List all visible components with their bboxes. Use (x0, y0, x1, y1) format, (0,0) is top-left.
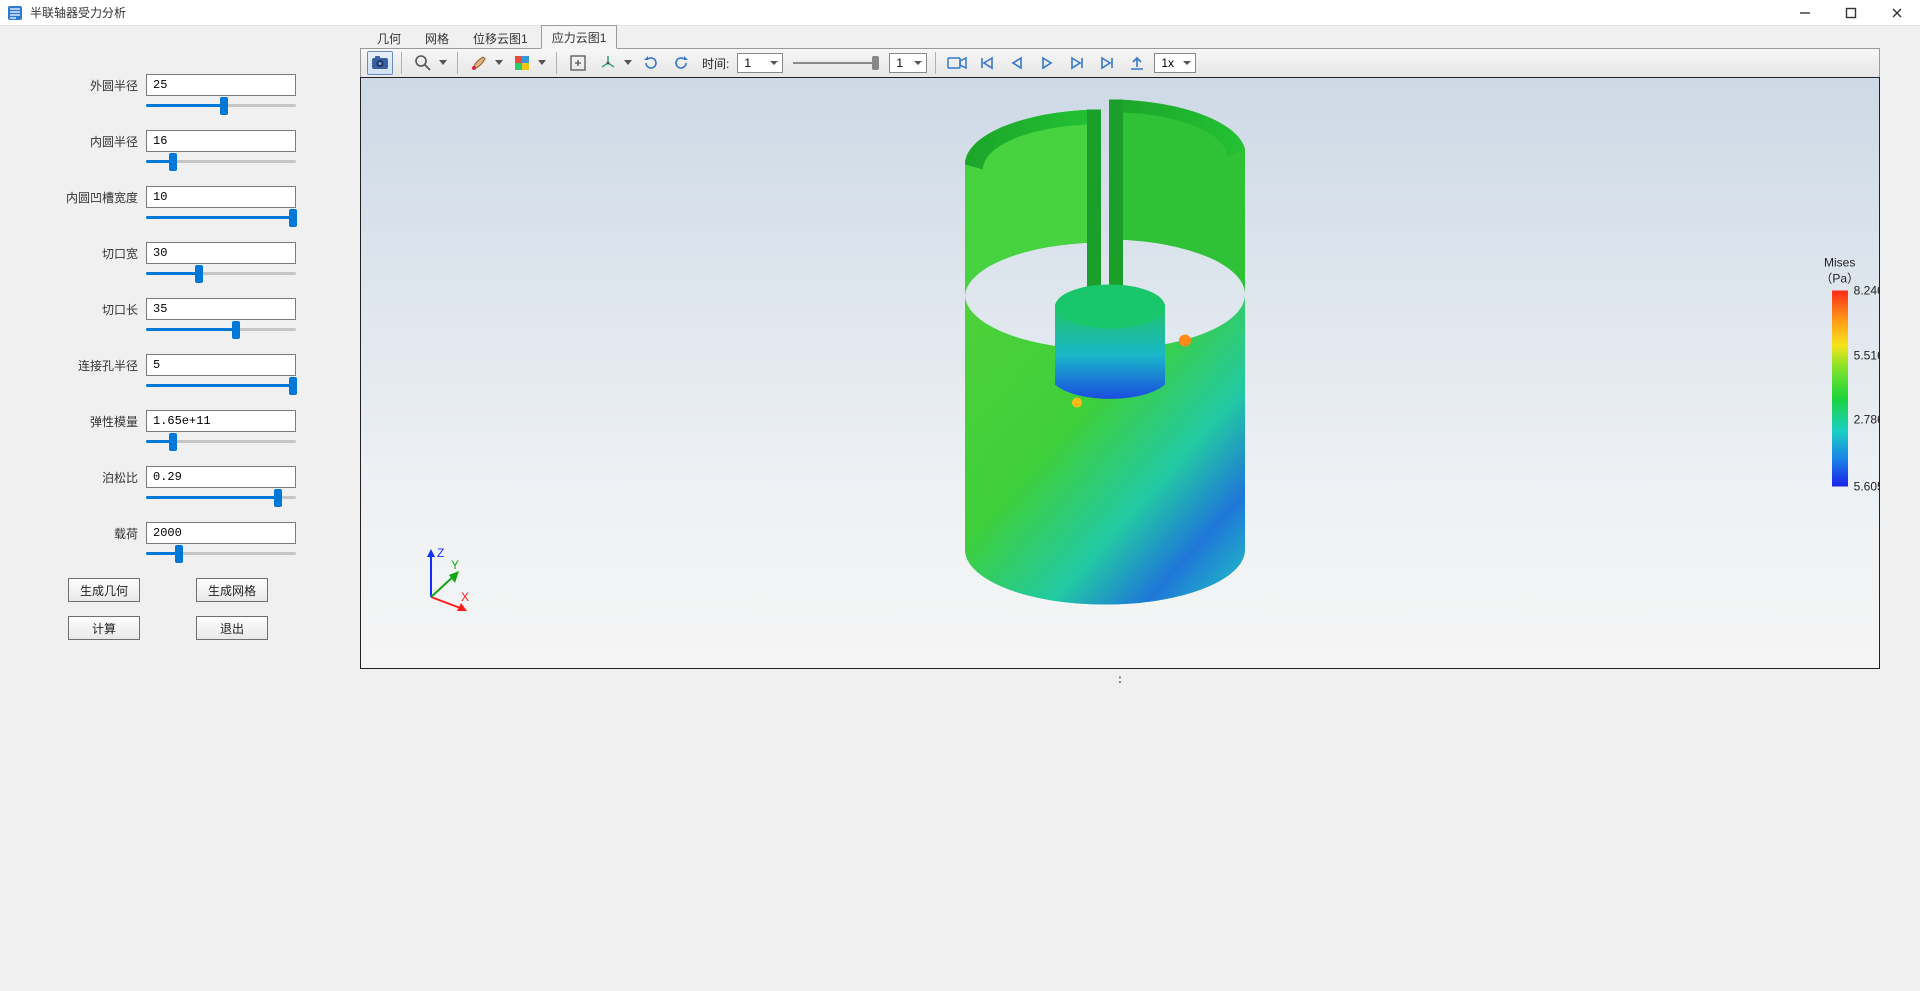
param-input-3[interactable] (146, 242, 296, 264)
camera-icon[interactable] (367, 51, 393, 75)
tab-3[interactable]: 应力云图1 (541, 25, 618, 49)
time-slider[interactable] (793, 54, 879, 72)
param-slider-1[interactable] (146, 154, 296, 168)
brush-icon[interactable] (466, 51, 492, 75)
status-bar: : (360, 669, 1880, 691)
time-select[interactable]: 1 (737, 53, 783, 73)
param-input-0[interactable] (146, 74, 296, 96)
exit-button[interactable]: 退出 (196, 616, 268, 640)
param-label: 外圆半径 (60, 77, 138, 94)
window-title: 半联轴器受力分析 (30, 4, 126, 21)
param-slider-4[interactable] (146, 322, 296, 336)
param-label: 内圆半径 (60, 133, 138, 150)
legend-tick: 5.605e+04 (1854, 480, 1880, 494)
legend-tick: 8.246e+06 (1854, 284, 1880, 298)
frame-select[interactable]: 1 (889, 53, 927, 73)
zoom-icon[interactable] (410, 51, 436, 75)
tab-bar: 几何网格位移云图1应力云图1 (360, 26, 1880, 48)
param-slider-8[interactable] (146, 546, 296, 560)
rotate-ccw-icon[interactable] (638, 51, 664, 75)
axis-triad: Z X Y (411, 545, 481, 618)
tab-1[interactable]: 网格 (414, 26, 460, 49)
param-input-6[interactable] (146, 410, 296, 432)
viewport-toolbar: 时间: 1 1 1x (360, 48, 1880, 78)
param-slider-5[interactable] (146, 378, 296, 392)
prev-frame-icon[interactable] (1004, 51, 1030, 75)
fea-model (905, 95, 1335, 628)
legend-tick: 5.516e+06 (1854, 348, 1880, 362)
param-input-1[interactable] (146, 130, 296, 152)
last-frame-icon[interactable] (1094, 51, 1120, 75)
generate-mesh-button[interactable]: 生成网格 (196, 578, 268, 602)
brush-dropdown-icon[interactable] (494, 60, 503, 66)
param-label: 内圆凹槽宽度 (60, 189, 138, 206)
color-legend: Mises （Pa） 8.246e+065.516e+062.786e+065.… (1820, 256, 1859, 491)
first-frame-icon[interactable] (974, 51, 1000, 75)
fit-view-icon[interactable] (565, 51, 591, 75)
param-label: 连接孔半径 (60, 357, 138, 374)
svg-text:X: X (461, 590, 469, 604)
tab-0[interactable]: 几何 (366, 26, 412, 49)
tab-2[interactable]: 位移云图1 (462, 26, 539, 49)
param-label: 切口长 (60, 301, 138, 318)
param-label: 弹性模量 (60, 413, 138, 430)
speed-select[interactable]: 1x (1154, 53, 1196, 73)
param-slider-6[interactable] (146, 434, 296, 448)
app-icon (6, 4, 24, 22)
axis-toggle-icon[interactable] (595, 51, 621, 75)
maximize-button[interactable] (1828, 0, 1874, 26)
color-cube-icon[interactable] (509, 51, 535, 75)
title-bar: 半联轴器受力分析 (0, 0, 1920, 26)
next-frame-icon[interactable] (1064, 51, 1090, 75)
minimize-button[interactable] (1782, 0, 1828, 26)
close-button[interactable] (1874, 0, 1920, 26)
param-label: 泊松比 (60, 469, 138, 486)
svg-text:Z: Z (437, 546, 444, 560)
param-input-8[interactable] (146, 522, 296, 544)
color-dropdown-icon[interactable] (537, 60, 546, 66)
record-icon[interactable] (944, 51, 970, 75)
generate-geometry-button[interactable]: 生成几何 (68, 578, 140, 602)
param-slider-0[interactable] (146, 98, 296, 112)
parameter-panel: 外圆半径 内圆半径 内圆凹槽宽度 切口宽 (0, 26, 360, 846)
param-slider-2[interactable] (146, 210, 296, 224)
zoom-dropdown-icon[interactable] (438, 60, 447, 66)
axis-dropdown-icon[interactable] (623, 60, 632, 66)
param-input-7[interactable] (146, 466, 296, 488)
export-icon[interactable] (1124, 51, 1150, 75)
play-icon[interactable] (1034, 51, 1060, 75)
legend-title: Mises (1820, 256, 1859, 270)
param-label: 载荷 (60, 525, 138, 542)
svg-text:Y: Y (451, 558, 459, 572)
param-slider-7[interactable] (146, 490, 296, 504)
param-input-5[interactable] (146, 354, 296, 376)
param-input-2[interactable] (146, 186, 296, 208)
legend-tick: 2.786e+06 (1854, 413, 1880, 427)
time-label: 时间: (702, 55, 729, 72)
param-input-4[interactable] (146, 298, 296, 320)
param-label: 切口宽 (60, 245, 138, 262)
3d-viewport[interactable]: Z X Y Mises （Pa） 8.246e+065.516e+062.786… (360, 77, 1880, 669)
compute-button[interactable]: 计算 (68, 616, 140, 640)
rotate-cw-icon[interactable] (668, 51, 694, 75)
param-slider-3[interactable] (146, 266, 296, 280)
